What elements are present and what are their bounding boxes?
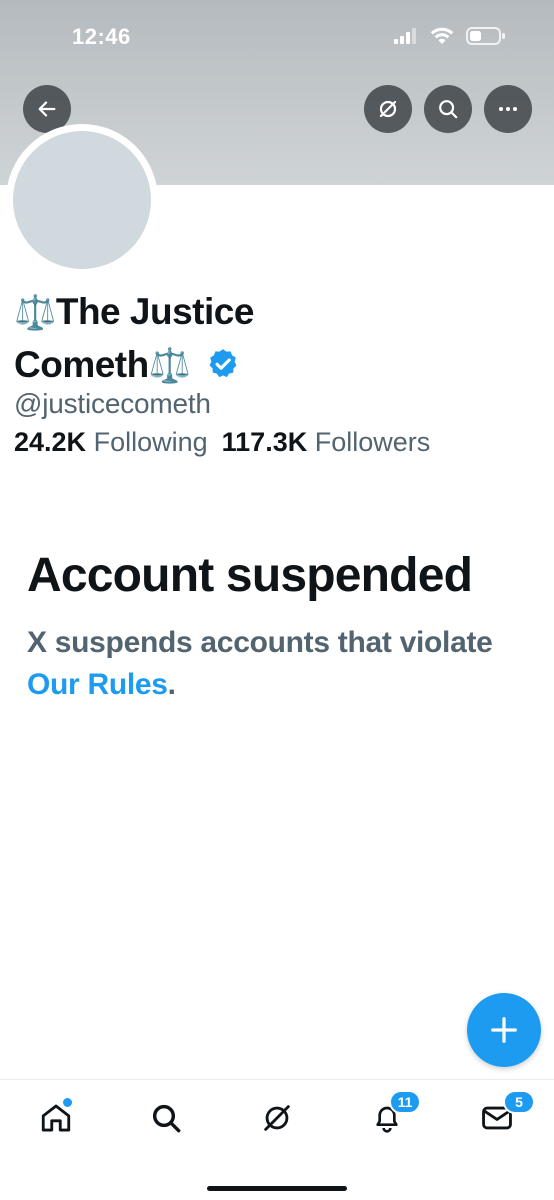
bottom-tab-bar: 11 5: [0, 1079, 554, 1200]
profile-handle: @justicecometh: [14, 388, 211, 419]
tab-notifications[interactable]: 11: [367, 1090, 421, 1138]
avatar[interactable]: [6, 124, 158, 276]
scales-emoji: ⚖️: [14, 294, 56, 332]
home-notification-dot: [61, 1096, 74, 1109]
tab-search[interactable]: [146, 1098, 186, 1138]
profile-name-line2: Cometh: [14, 344, 149, 385]
description-period: .: [167, 668, 176, 701]
cellular-signal-icon: [394, 28, 416, 44]
grok-button[interactable]: [364, 85, 412, 133]
more-horizontal-icon: [499, 107, 517, 111]
tab-messages[interactable]: 5: [477, 1090, 535, 1138]
search-icon: [152, 1104, 181, 1133]
profile-name: ⚖️The Justice Cometh⚖️: [14, 286, 314, 392]
following-link[interactable]: 24.2K Following: [14, 427, 208, 457]
messages-badge: 5: [503, 1090, 535, 1114]
verified-badge-icon[interactable]: [206, 347, 240, 381]
follow-stats: 24.2K Following 117.3K Followers: [14, 427, 430, 458]
wifi-icon: [430, 27, 454, 44]
suspended-title: Account suspended: [27, 549, 473, 602]
scales-emoji: ⚖️: [148, 347, 191, 385]
search-button[interactable]: [424, 85, 472, 133]
arrow-left-icon: [38, 101, 56, 117]
plus-icon: [491, 1017, 517, 1043]
followers-count: 117.3K: [221, 427, 308, 457]
suspended-description-text: X suspends accounts that violate: [27, 626, 493, 659]
battery-icon: [466, 27, 505, 45]
status-time: 12:46: [72, 24, 131, 49]
status-icons: [394, 26, 506, 46]
grok-icon: [379, 100, 397, 118]
tab-grok[interactable]: [257, 1098, 297, 1138]
home-indicator: [207, 1186, 347, 1191]
our-rules-link[interactable]: Our Rules: [27, 668, 168, 701]
status-bar: 12:46: [0, 0, 554, 70]
search-icon: [439, 100, 458, 119]
profile-name-line1: The Justice: [55, 291, 255, 332]
compose-button[interactable]: [467, 993, 541, 1067]
following-count: 24.2K: [14, 427, 87, 457]
following-label: Following: [93, 427, 208, 457]
grok-icon: [264, 1105, 290, 1131]
followers-label: Followers: [314, 427, 431, 457]
avatar-placeholder: [13, 131, 151, 269]
more-options-button[interactable]: [484, 85, 532, 133]
notifications-badge: 11: [389, 1090, 421, 1114]
followers-link[interactable]: 117.3K Followers: [222, 427, 431, 457]
suspended-description: X suspends accounts that violate Our Rul…: [27, 622, 507, 706]
tab-home[interactable]: [36, 1096, 76, 1138]
